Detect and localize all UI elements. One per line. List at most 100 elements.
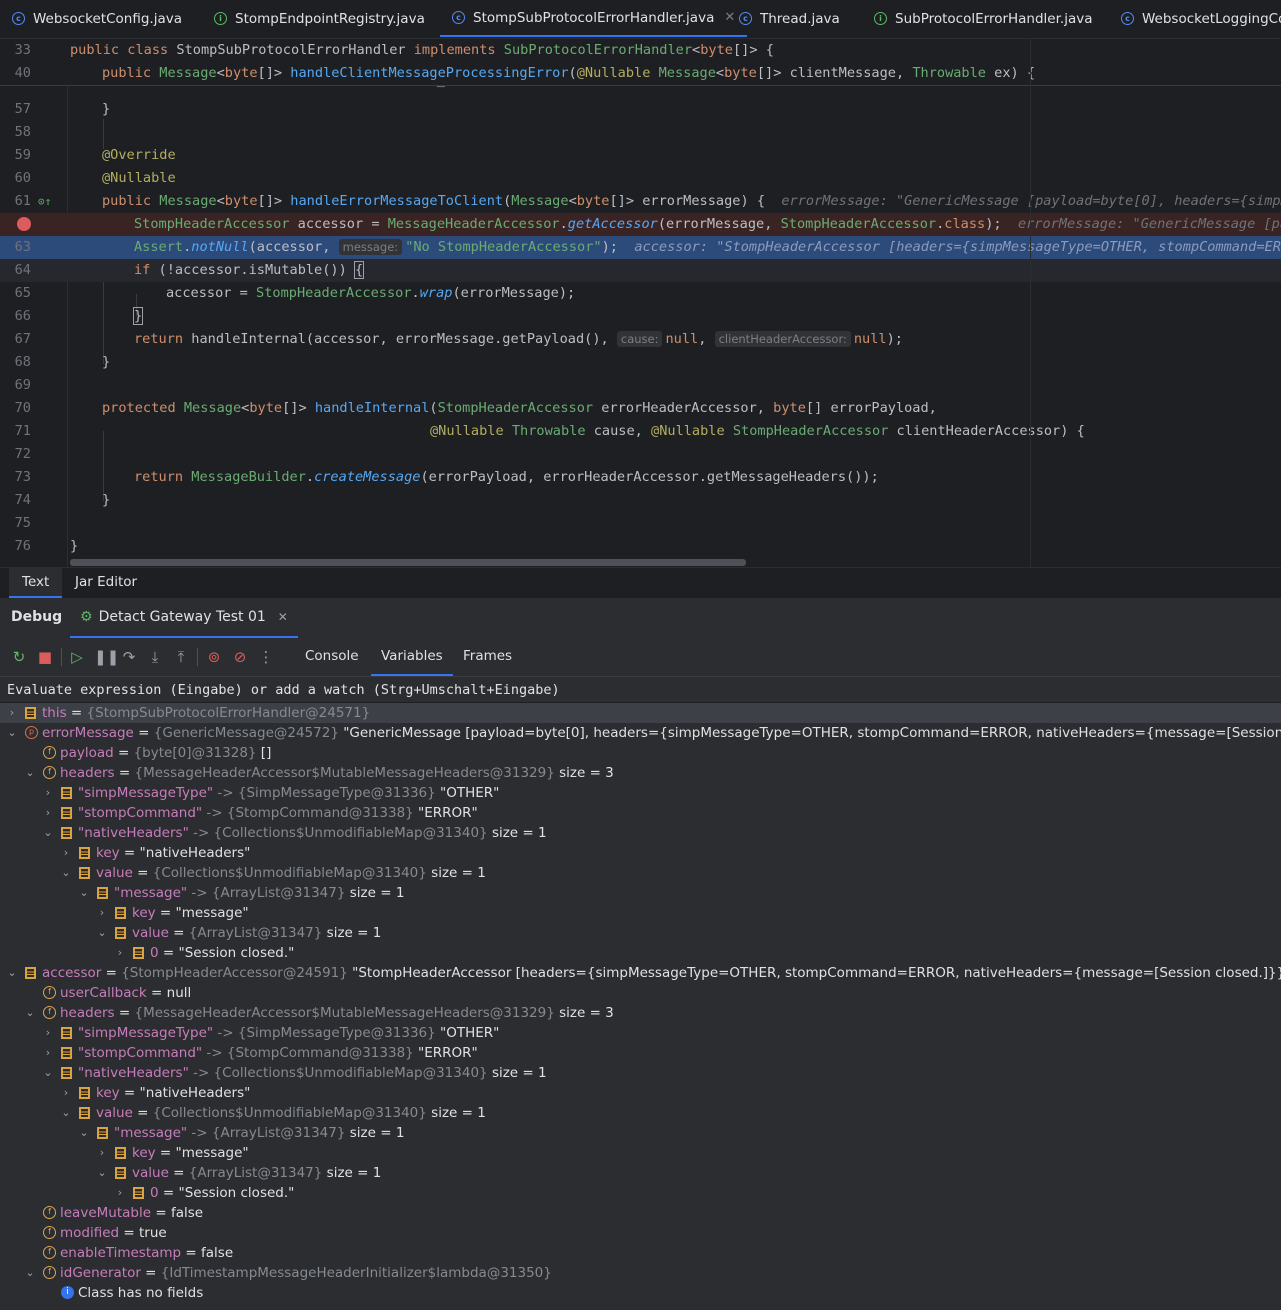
code-editor[interactable]: 56 return handleInternal(accessor, EMPTY… <box>0 39 1281 567</box>
chevron-down-icon[interactable]: ⌄ <box>60 863 72 883</box>
variable-row[interactable]: ⌄ value = {Collections$UnmodifiableMap@31… <box>0 1103 1281 1123</box>
pause-icon[interactable]: ❚❚ <box>94 648 119 666</box>
horizontal-scrollbar[interactable] <box>70 559 746 566</box>
variable-name: userCallback <box>60 985 147 1001</box>
variable-row[interactable]: › 0 = "Session closed." <box>0 1183 1281 1203</box>
variable-row[interactable]: › this = {StompSubProtocolErrorHandler@24… <box>0 703 1281 723</box>
variable-size: size = 3 <box>559 765 614 781</box>
variable-row[interactable]: ⌄ "message" -> {ArrayList@31347} size = 1 <box>0 1123 1281 1143</box>
tab-jar-editor[interactable]: Jar Editor <box>62 568 150 596</box>
variable-row[interactable]: ⌄ "nativeHeaders" -> {Collections$Unmodif… <box>0 1063 1281 1083</box>
variable-size: size = 1 <box>326 1165 382 1181</box>
variable-row[interactable]: ⌄ value = {Collections$UnmodifiableMap@31… <box>0 863 1281 883</box>
code-line-63: 63 Assert.notNull(accessor, message: "No S… <box>0 236 1281 259</box>
variable-row[interactable]: ⌄ "nativeHeaders" -> {Collections$Unmodif… <box>0 823 1281 843</box>
class-icon: c <box>12 12 25 25</box>
variable-name: 0 <box>150 945 159 961</box>
variable-row[interactable]: › "stompCommand" -> {StompCommand@31338} … <box>0 803 1281 823</box>
chevron-down-icon[interactable]: ⌄ <box>6 963 18 983</box>
variable-row[interactable]: › 0 = "Session closed." <box>0 943 1281 963</box>
field-icon: f <box>43 986 56 999</box>
chevron-right-icon[interactable]: › <box>42 1043 54 1063</box>
chevron-right-icon[interactable]: › <box>60 1083 72 1103</box>
tab-stompsubprotocolerrorhandler[interactable]: c StompSubProtocolErrorHandler.java ✕ <box>440 0 748 37</box>
tab-console[interactable]: Console <box>295 638 369 674</box>
variable-ref: {byte[0]@31328} <box>133 745 261 761</box>
chevron-down-icon[interactable]: ⌄ <box>60 1103 72 1123</box>
variable-row[interactable]: ⌄ value = {ArrayList@31347} size = 1 <box>0 923 1281 943</box>
chevron-right-icon[interactable]: › <box>114 943 126 963</box>
param-icon: p <box>25 726 38 739</box>
variable-row[interactable]: f userCallback = null <box>0 983 1281 1003</box>
rerun-icon[interactable]: ↻ <box>10 648 28 666</box>
chevron-right-icon[interactable]: › <box>42 803 54 823</box>
variable-row[interactable]: ⌄ f idGenerator = {IdTimestampMessageHeade… <box>0 1263 1281 1283</box>
variable-row[interactable]: i Class has no fields <box>0 1283 1281 1303</box>
variable-row[interactable]: ⌄ accessor = {StompHeaderAccessor@24591} … <box>0 963 1281 983</box>
step-into-icon[interactable]: ⤓ <box>146 648 164 666</box>
evaluate-expression-input[interactable]: Evaluate expression (Eingabe) or add a w… <box>0 676 1281 702</box>
chevron-down-icon[interactable]: ⌄ <box>42 1063 54 1083</box>
tab-text[interactable]: Text <box>9 568 63 598</box>
variable-row[interactable]: › key = "nativeHeaders" <box>0 843 1281 863</box>
chevron-down-icon[interactable]: ⌄ <box>42 823 54 843</box>
debug-session-tab[interactable]: ⚙ Detact Gateway Test 01 ✕ <box>70 598 298 638</box>
variable-row[interactable]: ⌄ "message" -> {ArrayList@31347} size = 1 <box>0 883 1281 903</box>
chevron-right-icon[interactable]: › <box>114 1183 126 1203</box>
step-over-icon[interactable]: ↷ <box>120 648 138 666</box>
tab-websocketconfig[interactable]: c WebsocketConfig.java <box>12 0 182 37</box>
chevron-down-icon[interactable]: ⌄ <box>78 1123 90 1143</box>
close-icon[interactable]: ✕ <box>724 10 735 25</box>
view-breakpoints-icon[interactable]: ⊚ <box>205 648 223 666</box>
close-icon[interactable]: ✕ <box>278 610 288 624</box>
variable-row[interactable]: › key = "message" <box>0 903 1281 923</box>
variable-row[interactable]: f enableTimestamp = false <box>0 1243 1281 1263</box>
variable-row[interactable]: ⌄ f headers = {MessageHeaderAccessor$Mutab… <box>0 1003 1281 1023</box>
chevron-down-icon[interactable]: ⌄ <box>24 1263 36 1283</box>
variable-name: idGenerator <box>60 1265 141 1281</box>
variable-ref: -> {SimpMessageType@31336} <box>217 1025 441 1041</box>
variable-row[interactable]: ⌄ value = {ArrayList@31347} size = 1 <box>0 1163 1281 1183</box>
chevron-down-icon[interactable]: ⌄ <box>24 763 36 783</box>
chevron-down-icon[interactable]: ⌄ <box>24 1003 36 1023</box>
tab-variables[interactable]: Variables <box>371 638 453 676</box>
variable-value: "StompHeaderAccessor [headers={simpMessa… <box>352 965 1281 981</box>
variable-row[interactable]: › "simpMessageType" -> {SimpMessageType@3… <box>0 783 1281 803</box>
stack-icon <box>61 827 72 839</box>
variable-row[interactable]: ⌄ f headers = {MessageHeaderAccessor$Mutab… <box>0 763 1281 783</box>
step-out-icon[interactable]: ⤒ <box>172 648 190 666</box>
mute-breakpoints-icon[interactable]: ⊘ <box>231 648 249 666</box>
sticky-line-class[interactable]: 33 public class StompSubProtocolErrorHand… <box>0 39 1281 63</box>
more-icon[interactable]: ⋮ <box>257 648 275 666</box>
tab-thread[interactable]: c Thread.java <box>739 0 840 37</box>
variable-row[interactable]: f payload = {byte[0]@31328} [] <box>0 743 1281 763</box>
stop-icon[interactable]: ■ <box>36 648 54 666</box>
override-gutter-icon[interactable]: ⊙↑ <box>38 190 51 213</box>
resume-icon[interactable]: ▷ <box>68 648 86 666</box>
variable-row[interactable]: › key = "message" <box>0 1143 1281 1163</box>
variable-size: size = 1 <box>431 1105 486 1121</box>
chevron-down-icon[interactable]: ⌄ <box>6 723 18 743</box>
chevron-down-icon[interactable]: ⌄ <box>96 1163 108 1183</box>
variable-row[interactable]: › key = "nativeHeaders" <box>0 1083 1281 1103</box>
chevron-right-icon[interactable]: › <box>60 843 72 863</box>
chevron-down-icon[interactable]: ⌄ <box>96 923 108 943</box>
chevron-right-icon[interactable]: › <box>96 903 108 923</box>
chevron-right-icon[interactable]: › <box>6 703 18 723</box>
variable-row[interactable]: f modified = true <box>0 1223 1281 1243</box>
chevron-down-icon[interactable]: ⌄ <box>78 883 90 903</box>
tab-frames[interactable]: Frames <box>453 638 522 674</box>
chevron-right-icon[interactable]: › <box>96 1143 108 1163</box>
variable-row[interactable]: f leaveMutable = false <box>0 1203 1281 1223</box>
variable-value: [] <box>260 745 272 761</box>
breakpoint-icon[interactable] <box>17 217 31 231</box>
tab-stompendpointregistry[interactable]: i StompEndpointRegistry.java <box>214 0 425 37</box>
variable-row[interactable]: ⌄ p errorMessage = {GenericMessage@24572} … <box>0 723 1281 743</box>
chevron-right-icon[interactable]: › <box>42 783 54 803</box>
tab-subprotocolerrorhandler[interactable]: i SubProtocolErrorHandler.java <box>874 0 1093 37</box>
variable-row[interactable]: › "simpMessageType" -> {SimpMessageType@3… <box>0 1023 1281 1043</box>
chevron-right-icon[interactable]: › <box>42 1023 54 1043</box>
sticky-line-method[interactable]: 40 public Message<byte[]> handleClientMes… <box>0 62 1281 86</box>
variable-row[interactable]: › "stompCommand" -> {StompCommand@31338} … <box>0 1043 1281 1063</box>
tab-websocketloggingconfig[interactable]: cWebsocketLoggingConfig <box>1121 0 1281 37</box>
